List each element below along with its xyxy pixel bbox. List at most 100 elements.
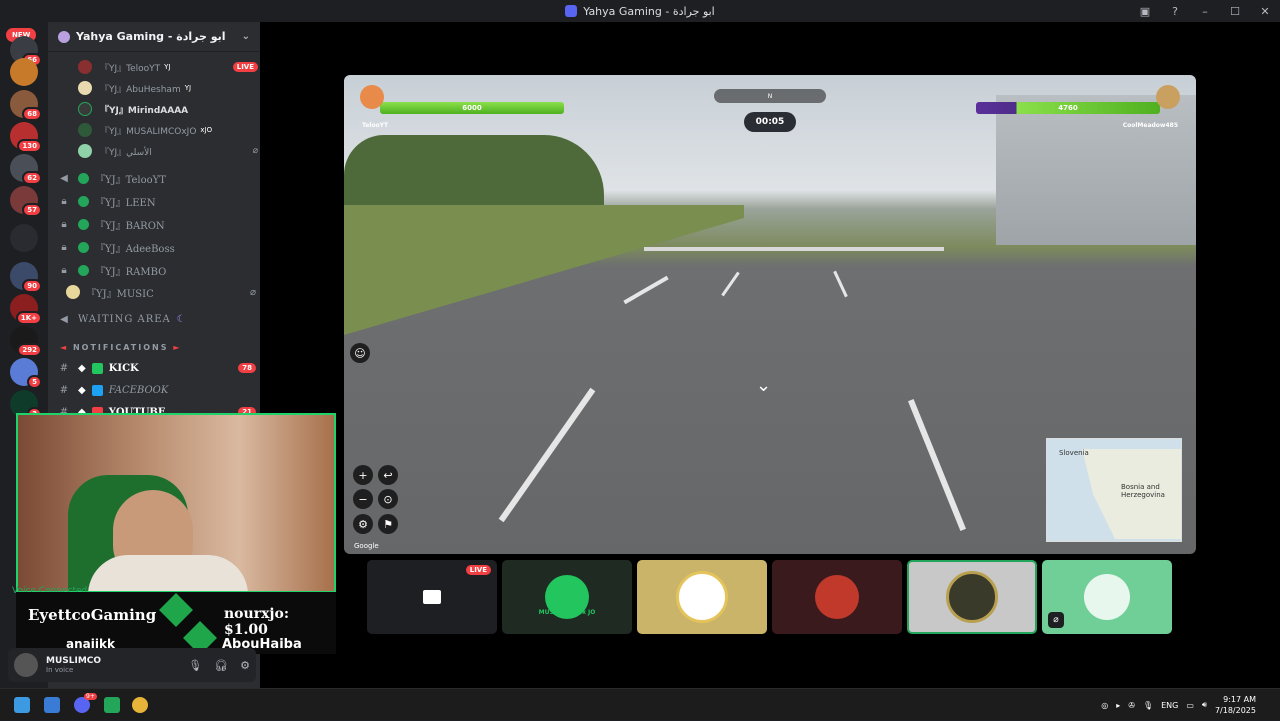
- voice-user[interactable]: 『YJ』AbuHesham YJ: [78, 79, 258, 97]
- speaker-icon: ◀: [60, 172, 68, 184]
- mic-tray-icon[interactable]: 🎙︎: [1143, 701, 1153, 710]
- language-indicator[interactable]: ENG: [1161, 701, 1178, 710]
- notification-badge: 9+: [84, 693, 97, 700]
- voice-channel[interactable]: 🔒︎ 『YJ』RAMBO: [58, 260, 256, 280]
- flag-button[interactable]: ⚑: [378, 514, 398, 534]
- zoom-in-button[interactable]: +: [353, 465, 373, 485]
- live-badge: LIVE: [232, 62, 258, 72]
- server-icon[interactable]: [10, 58, 38, 86]
- voice-user[interactable]: 『YJ』الأسلي ⌀: [78, 142, 258, 160]
- player-name: TelooYT: [362, 122, 389, 129]
- channel-name: 『YJ』TelooYT: [95, 174, 166, 186]
- microphone-icon[interactable]: 🎙︎: [188, 659, 202, 672]
- channel-name: KICK: [108, 362, 139, 374]
- voice-user-name: 『YJ』AbuHesham: [100, 84, 181, 95]
- player-health-bar: 6000: [380, 102, 564, 114]
- clock-date: 7/18/2025: [1214, 706, 1256, 715]
- player-avatar: [360, 85, 384, 109]
- compass-heading: N: [767, 92, 773, 100]
- voice-channel[interactable]: 🔒︎ 『YJ』LEEN: [58, 191, 256, 211]
- server-icon[interactable]: 90: [10, 262, 42, 293]
- inbox-icon[interactable]: ▣: [1130, 5, 1160, 18]
- tray-icon[interactable]: ◎: [1101, 701, 1108, 710]
- participant-tile[interactable]: MUSALIMCO x JO: [502, 560, 632, 634]
- tray-icon[interactable]: ✇: [1128, 701, 1135, 710]
- donor-name: EyettcoGaming: [28, 606, 157, 624]
- text-channel[interactable]: # ◆ KICK 78: [58, 358, 256, 378]
- emoji-button[interactable]: ☺: [350, 343, 370, 363]
- voice-channel[interactable]: ◀ 『YJ』TelooYT: [58, 168, 256, 188]
- file-explorer-icon[interactable]: [44, 697, 60, 713]
- opponent-hp: 4760: [1058, 104, 1078, 112]
- mention-badge: 78: [238, 363, 256, 373]
- windows-start-icon[interactable]: [14, 697, 30, 713]
- minimap-label: Slovenia: [1059, 449, 1089, 457]
- network-icon[interactable]: ▭: [1186, 701, 1194, 710]
- participant-tile[interactable]: [907, 560, 1037, 634]
- muted-stream-icon: ⌀: [249, 286, 256, 298]
- chrome-icon[interactable]: [132, 697, 148, 713]
- chevron-down-icon[interactable]: ⌄: [242, 31, 250, 42]
- app-icon[interactable]: [104, 697, 120, 713]
- title-bar: Yahya Gaming - ابو جرادة ▣ ? – ☐ ✕: [0, 0, 1280, 22]
- server-icon[interactable]: 130: [10, 122, 42, 153]
- server-icon[interactable]: 57: [10, 186, 42, 217]
- tray-icon[interactable]: ▸: [1116, 701, 1120, 710]
- text-channel[interactable]: # ◆ FACEBOOK: [58, 380, 256, 400]
- voice-user[interactable]: 『YJ』TelooYT YJ LIVE: [78, 58, 258, 76]
- server-icon[interactable]: [10, 224, 38, 252]
- live-badge: LIVE: [465, 565, 491, 575]
- clock-time: 9:17 AM: [1223, 695, 1256, 704]
- chevron-down-icon[interactable]: ⌄: [756, 375, 771, 396]
- help-icon[interactable]: ?: [1160, 5, 1190, 18]
- server-icon[interactable]: 1K+: [10, 294, 42, 325]
- participant-tile[interactable]: LIVE: [367, 560, 497, 634]
- category-header[interactable]: ◄ NOTIFICATIONS ►: [60, 343, 181, 352]
- headphones-icon[interactable]: 🎧︎: [214, 659, 228, 672]
- maximize-icon[interactable]: ☐: [1220, 5, 1250, 18]
- participant-tile[interactable]: ⌀: [1042, 560, 1172, 634]
- server-icon[interactable]: 5: [10, 358, 42, 389]
- channel-name: 『YJ』LEEN: [95, 197, 156, 209]
- voice-channel[interactable]: 🔒︎ 『YJ』AdeeBoss: [58, 237, 256, 257]
- server-icon[interactable]: 292: [10, 326, 42, 357]
- voice-channel[interactable]: 『YJ』MUSIC ⌀: [58, 282, 256, 302]
- building: [996, 95, 1196, 245]
- server-count: 57: [22, 203, 42, 217]
- voice-channel[interactable]: ◀ WAITING AREA ☾: [58, 309, 256, 329]
- minimap[interactable]: Slovenia Bosnia and Herzegovina: [1046, 438, 1182, 542]
- channel-name: 『YJ』RAMBO: [95, 266, 167, 278]
- voice-user[interactable]: 『YJ』MUSALIMCOxJO xJO: [78, 121, 258, 139]
- clock[interactable]: 9:17 AM 7/18/2025: [1215, 694, 1256, 716]
- server-count: 62: [22, 171, 42, 185]
- voice-user[interactable]: 『YJ』MirindAAAA: [78, 100, 258, 118]
- channel-name: 『YJ』MUSIC: [86, 288, 154, 300]
- voice-channel[interactable]: 🔒︎ 『YJ』BARON: [58, 214, 256, 234]
- avatar: [78, 123, 92, 137]
- lane-marking: [721, 271, 740, 297]
- voice-user-name: 『YJ』TelooYT: [100, 63, 161, 74]
- undo-button[interactable]: ↩: [378, 465, 398, 485]
- muted-stream-icon: ⌀: [1048, 612, 1064, 628]
- avatar: [78, 60, 92, 74]
- location-pin-button[interactable]: ⊙: [378, 489, 398, 509]
- lock-icon: 🔒︎: [61, 218, 67, 230]
- avatar[interactable]: [14, 653, 38, 677]
- role-tag: YJ: [184, 84, 192, 92]
- close-icon[interactable]: ✕: [1250, 5, 1280, 18]
- participant-tile[interactable]: [637, 560, 767, 634]
- participant-tile[interactable]: [772, 560, 902, 634]
- server-icon[interactable]: 62: [10, 154, 42, 185]
- guild-header[interactable]: Yahya Gaming - ابو جرادة ⌄: [48, 22, 260, 52]
- game-stream[interactable]: 6000 TelooYT 4760 CoolMeadow485 N 00:05 …: [344, 75, 1196, 554]
- zoom-out-button[interactable]: −: [353, 489, 373, 509]
- server-icon[interactable]: 68: [10, 90, 42, 121]
- lane-marking: [498, 387, 596, 523]
- gear-icon[interactable]: ⚙: [240, 659, 250, 672]
- settings-button[interactable]: ⚙: [353, 514, 373, 534]
- volume-icon[interactable]: 🔊︎: [1202, 700, 1207, 710]
- minimize-icon[interactable]: –: [1190, 5, 1220, 18]
- diamond-icon: ◆: [78, 362, 86, 374]
- diamond-icon: ◆: [78, 384, 86, 396]
- minimap-label: Bosnia and Herzegovina: [1121, 483, 1165, 499]
